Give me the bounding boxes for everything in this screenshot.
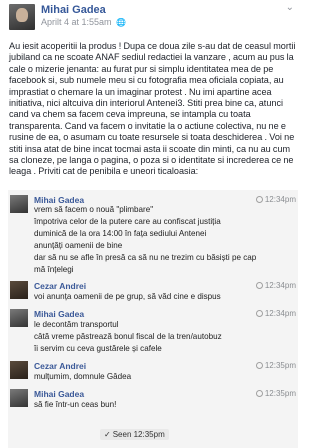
message-line: dar să nu se afle în presă ca să nu ne t… [34,253,257,262]
message-sender: Cezar Andrei [34,361,87,371]
check-icon: ✓ [104,430,111,439]
clock-icon [255,282,263,289]
post-author[interactable]: Mihai Gadea [41,4,106,16]
message-line: voi anunța oamenii de pe grup, să văd ci… [34,292,221,301]
avatar [10,361,28,379]
message-time: 12:34pm [255,309,296,318]
author-avatar[interactable] [9,4,35,30]
message-sender: Mihai Gadea [34,309,85,319]
post-meta: Aprilt 4 at 1:55am 🌐 [41,17,126,27]
message-line: vrem să facem o nouă "plimbare" [34,205,154,214]
message-line: duminică de la ora 14:00 în fața sediulu… [34,229,207,238]
message-line: îi servim cu ceva gustărele și cafele [34,344,162,353]
message-time: 12:34pm [255,195,296,204]
message-time: 12:35pm [255,361,296,370]
message-line: câtă vreme păstrează bonul fiscal de la … [34,332,222,341]
message-line: le decontăm transportul [34,320,119,329]
message-line: anunțăți oamenii de bine [34,241,123,250]
post-header: Mihai Gadea Aprilt 4 at 1:55am 🌐 ⌄ [0,0,300,38]
message-sender: Cezar Andrei [34,281,87,291]
message-sender: Mihai Gadea [34,389,85,399]
post-text: Au iesit acoperitii la produs ! Dupa ce … [9,41,296,177]
avatar [10,389,28,407]
message-time: 12:35pm [255,389,296,398]
post-date[interactable]: Aprilt 4 at 1:55am [41,17,112,27]
message-sender: Mihai Gadea [34,195,85,205]
seen-text: Seen 12:35pm [112,430,165,439]
clock-icon [255,362,263,369]
clock-icon [255,196,263,203]
chevron-down-icon[interactable]: ⌄ [286,2,294,13]
globe-icon: 🌐 [116,18,127,27]
message-time: 12:34pm [255,281,296,290]
message-line: împotriva celor de la putere care au con… [34,217,221,226]
chat-screenshot: Mihai Gadea 12:34pm vrem să facem o nouă… [8,190,298,448]
avatar [10,195,28,213]
clock-icon [255,390,263,397]
message-line: mulțumim, domnule Gâdea [34,372,132,381]
message-line: să fie într-un ceas bun! [34,400,117,409]
message-line: mă înțelegi [34,265,74,274]
avatar [10,309,28,327]
clock-icon [255,310,263,317]
seen-indicator: ✓ Seen 12:35pm [100,429,169,440]
avatar [10,281,28,299]
